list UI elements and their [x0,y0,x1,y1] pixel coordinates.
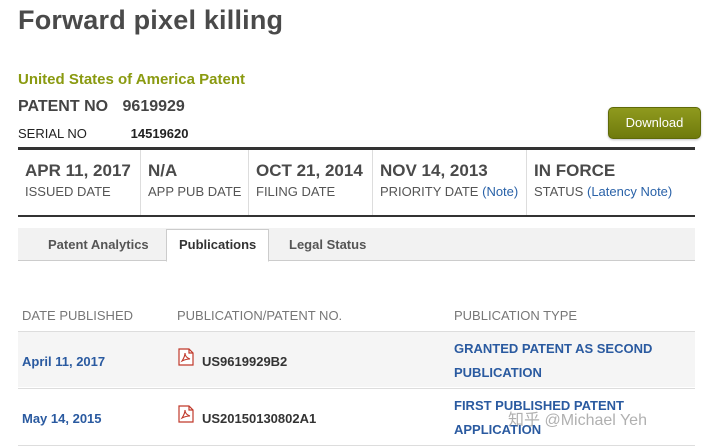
tab-publications[interactable]: Publications [166,229,270,262]
filing-date-value: OCT 21, 2014 [256,161,363,180]
tab-patent-analytics[interactable]: Patent Analytics [36,228,161,261]
publication-number-link[interactable]: US9619929B2 [202,354,287,369]
table-row: April 11, 2017 US9619929B2 GRANTED PATEN… [18,332,695,387]
filing-date-cell: OCT 21, 2014 FILING DATE [249,150,373,215]
header-publication-type: PUBLICATION TYPE [454,308,578,323]
publication-date-link[interactable]: May 14, 2015 [22,411,102,426]
tab-bar: Patent Analytics Publications Legal Stat… [18,228,695,262]
status-value: IN FORCE [534,161,616,180]
patent-origin: United States of America Patent [18,71,245,88]
issued-date-label: ISSUED DATE [25,184,111,199]
publication-date-link[interactable]: April 11, 2017 [22,354,105,369]
app-pub-date-label: APP PUB DATE [148,184,242,199]
key-dates-bar: APR 11, 2017 ISSUED DATE N/A APP PUB DAT… [18,147,695,217]
serial-no-value: 14519620 [130,126,189,141]
latency-note-link[interactable]: (Latency Note) [587,184,672,199]
status-label: STATUS [534,184,584,199]
patent-number-row: PATENT NO 9619929 [18,98,185,116]
publication-type-line: PUBLICATION [454,365,542,380]
issued-date-value: APR 11, 2017 [25,161,131,180]
pdf-icon[interactable] [178,405,194,423]
priority-date-cell: NOV 14, 2013 PRIORITY DATE (Note) [373,150,527,215]
header-date-published: DATE PUBLISHED [22,308,134,323]
page-title: Forward pixel killing [18,5,284,35]
app-pub-date-cell: N/A APP PUB DATE [141,150,249,215]
filing-date-label: FILING DATE [256,184,336,199]
pdf-icon[interactable] [178,348,194,366]
publication-number-link[interactable]: US20150130802A1 [202,411,316,426]
serial-number-row: SERIAL NO 14519620 [18,126,188,141]
publication-type: GRANTED PATENT AS SECOND PUBLICATION [454,337,684,385]
publication-type-line: GRANTED PATENT AS SECOND [454,341,653,356]
tab-legal-status[interactable]: Legal Status [277,228,378,261]
download-button[interactable]: Download [608,107,701,139]
header-publication-no: PUBLICATION/PATENT NO. [177,308,343,323]
priority-date-label: PRIORITY DATE [380,184,479,199]
priority-note-link[interactable]: (Note) [482,184,518,199]
patent-no-label: PATENT NO [18,98,109,115]
priority-date-value: NOV 14, 2013 [380,161,488,180]
status-cell: IN FORCE STATUS (Latency Note) [527,150,695,215]
table-divider [18,445,695,446]
app-pub-date-value: N/A [148,161,178,180]
serial-no-label: SERIAL NO [18,126,87,141]
patent-no-value: 9619929 [122,98,185,115]
watermark: 知乎 @Michael Yeh [508,412,647,429]
issued-date-cell: APR 11, 2017 ISSUED DATE [18,150,141,215]
